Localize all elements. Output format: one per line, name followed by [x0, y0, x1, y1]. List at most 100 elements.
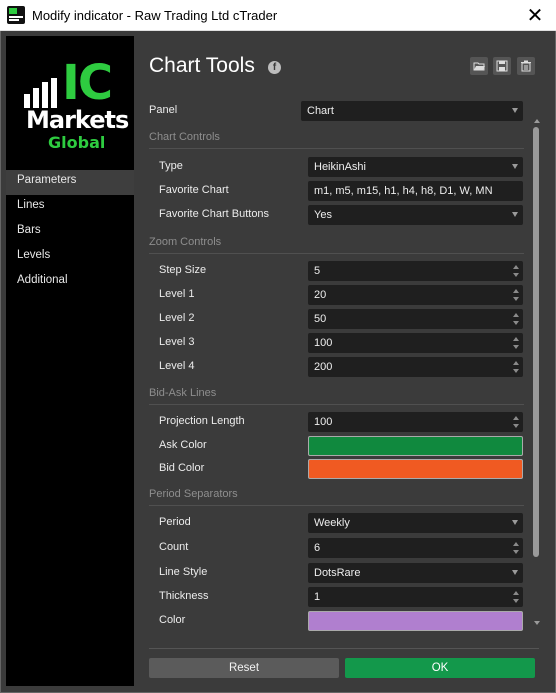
count-value: 6: [314, 542, 321, 554]
projection-value: 100: [314, 416, 333, 428]
favorite-chart-label: Favorite Chart: [159, 184, 229, 196]
ask-color-label: Ask Color: [159, 439, 207, 451]
thickness-value: 1: [314, 591, 321, 603]
spin-down-icon[interactable]: [513, 321, 519, 325]
logo-global-text: Global: [48, 133, 106, 152]
sidebar-item-parameters[interactable]: Parameters: [6, 170, 134, 195]
spin-down-icon[interactable]: [513, 273, 519, 277]
section-heading: Zoom Controls: [149, 236, 222, 248]
section-chart-controls: Chart Controls: [149, 131, 524, 149]
title-bar: Modify indicator - Raw Trading Ltd cTrad…: [0, 0, 556, 31]
main-panel: Chart Tools f Panel Chart Chart Controls…: [149, 31, 543, 693]
app-icon: [7, 6, 25, 24]
chevron-down-icon: [512, 108, 518, 113]
step-size-row: Step Size 5: [149, 261, 524, 281]
level4-label: Level 4: [159, 360, 195, 372]
scrollbar-thumb[interactable]: [533, 127, 539, 557]
line-style-value: DotsRare: [314, 567, 361, 579]
count-stepper[interactable]: 6: [308, 538, 523, 558]
favorite-buttons-row: Favorite Chart Buttons Yes: [149, 205, 524, 225]
thickness-stepper[interactable]: 1: [308, 587, 523, 607]
line-style-label: Line Style: [159, 566, 208, 578]
spin-up-icon[interactable]: [513, 591, 519, 595]
sidebar-item-levels[interactable]: Levels: [6, 245, 134, 270]
sidebar-item-additional[interactable]: Additional: [6, 270, 134, 295]
ok-button[interactable]: OK: [345, 658, 535, 678]
facebook-icon[interactable]: f: [268, 61, 281, 74]
type-select[interactable]: HeikinAshi: [308, 157, 523, 177]
spin-up-icon[interactable]: [513, 361, 519, 365]
spin-down-icon[interactable]: [513, 345, 519, 349]
bid-color-row: Bid Color: [149, 459, 524, 479]
separator-color-label: Color: [159, 614, 186, 626]
projection-stepper[interactable]: 100: [308, 412, 523, 432]
type-label: Type: [159, 160, 183, 172]
period-label: Period: [159, 516, 191, 528]
level2-label: Level 2: [159, 312, 195, 324]
reset-button[interactable]: Reset: [149, 658, 339, 678]
spin-down-icon[interactable]: [513, 369, 519, 373]
ask-color-row: Ask Color: [149, 436, 524, 456]
panel-select[interactable]: Chart: [301, 101, 523, 121]
line-style-select[interactable]: DotsRare: [308, 563, 523, 583]
panel-value: Chart: [307, 105, 334, 117]
page-title: Chart Tools: [149, 54, 255, 77]
level1-value: 20: [314, 289, 327, 301]
section-zoom-controls: Zoom Controls: [149, 236, 524, 254]
spin-up-icon[interactable]: [513, 265, 519, 269]
step-size-label: Step Size: [159, 264, 207, 276]
spin-down-icon[interactable]: [513, 424, 519, 428]
level1-stepper[interactable]: 20: [308, 285, 523, 305]
period-row: Period Weekly: [149, 513, 524, 533]
step-size-value: 5: [314, 265, 321, 277]
section-heading: Chart Controls: [149, 131, 220, 143]
section-heading: Period Separators: [149, 488, 238, 500]
sidebar-item-lines[interactable]: Lines: [6, 195, 134, 220]
spin-up-icon[interactable]: [513, 313, 519, 317]
save-icon[interactable]: [493, 57, 511, 75]
section-period-separators: Period Separators: [149, 488, 524, 506]
panel-label: Panel: [149, 104, 178, 116]
level2-stepper[interactable]: 50: [308, 309, 523, 329]
bid-color-swatch[interactable]: [308, 459, 523, 479]
step-size-stepper[interactable]: 5: [308, 261, 523, 281]
chevron-down-icon: [512, 212, 518, 217]
level4-stepper[interactable]: 200: [308, 357, 523, 377]
spin-down-icon[interactable]: [513, 297, 519, 301]
bid-color-label: Bid Color: [159, 462, 205, 474]
trash-icon[interactable]: [517, 57, 535, 75]
scroll-down-icon[interactable]: [534, 621, 540, 625]
thickness-row: Thickness 1: [149, 587, 524, 607]
separator-color-swatch[interactable]: [308, 611, 523, 631]
count-row: Count 6: [149, 538, 524, 558]
spin-down-icon[interactable]: [513, 550, 519, 554]
separator-color-row: Color: [149, 611, 524, 631]
logo-ic-text: IC: [62, 55, 113, 111]
favorite-buttons-select[interactable]: Yes: [308, 205, 523, 225]
scrollbar[interactable]: [533, 119, 541, 627]
scroll-up-icon[interactable]: [534, 119, 540, 123]
close-icon[interactable]: ✕: [524, 4, 546, 26]
level1-label: Level 1: [159, 288, 195, 300]
spin-up-icon[interactable]: [513, 337, 519, 341]
count-label: Count: [159, 541, 189, 553]
sidebar-item-bars[interactable]: Bars: [6, 220, 134, 245]
thickness-label: Thickness: [159, 590, 209, 602]
section-bid-ask-lines: Bid-Ask Lines: [149, 387, 524, 405]
level3-label: Level 3: [159, 336, 195, 348]
ic-markets-logo: IC Markets Global: [24, 55, 129, 152]
level4-value: 200: [314, 361, 333, 373]
parameters-form: Panel Chart Chart Controls Type HeikinAs…: [149, 99, 527, 634]
spin-up-icon[interactable]: [513, 289, 519, 293]
ask-color-swatch[interactable]: [308, 436, 523, 456]
period-select[interactable]: Weekly: [308, 513, 523, 533]
level3-value: 100: [314, 337, 333, 349]
spin-up-icon[interactable]: [513, 416, 519, 420]
spin-down-icon[interactable]: [513, 599, 519, 603]
spin-up-icon[interactable]: [513, 542, 519, 546]
folder-open-icon[interactable]: [470, 57, 488, 75]
level3-stepper[interactable]: 100: [308, 333, 523, 353]
level2-row: Level 2 50: [149, 309, 524, 329]
sidebar: IC Markets Global Parameters Lines Bars …: [6, 36, 134, 686]
favorite-chart-input[interactable]: m1, m5, m15, h1, h4, h8, D1, W, MN: [308, 181, 523, 201]
